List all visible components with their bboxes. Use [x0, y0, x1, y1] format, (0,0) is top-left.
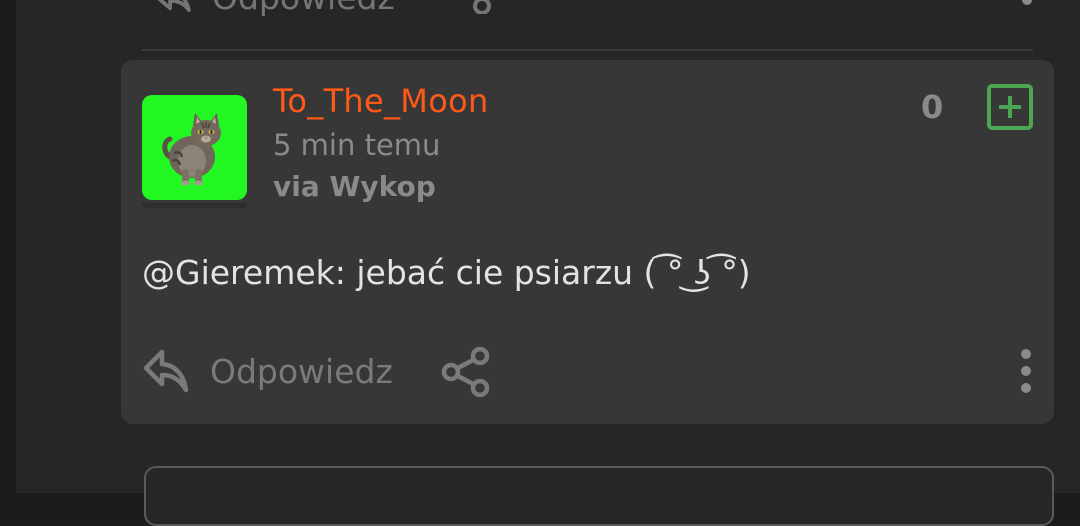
via-source: via Wykop	[273, 170, 436, 203]
share-icon[interactable]	[464, 0, 494, 14]
reply-label[interactable]: Odpowiedz	[212, 0, 395, 17]
avatar-shadow	[142, 203, 247, 208]
reply-icon[interactable]	[142, 348, 190, 394]
reply-icon[interactable]	[152, 0, 192, 12]
reply-label[interactable]: Odpowiedz	[210, 352, 393, 391]
comment-text: @Gieremek: jebać cie psiarzu ( ͡° ͜ʖ ͡°)	[142, 253, 751, 292]
timestamp[interactable]: 5 min temu	[273, 128, 440, 162]
vote-count: 0	[921, 88, 944, 126]
comment-card: To_The_Moon 5 min temu via Wykop 0 @Gier…	[121, 60, 1054, 424]
upvote-plus-icon[interactable]	[987, 84, 1033, 130]
cat-avatar-image	[162, 113, 221, 186]
comment-actions: Odpowiedz	[142, 346, 1034, 402]
user-mention[interactable]: @Gieremek	[142, 253, 335, 292]
comment-divider	[142, 49, 1033, 51]
more-options-icon[interactable]	[1018, 348, 1034, 394]
more-options-icon[interactable]	[1020, 0, 1034, 8]
comment-body: : jebać cie psiarzu ( ͡° ͜ʖ ͡°)	[334, 253, 751, 292]
next-comment-card	[144, 466, 1054, 526]
avatar[interactable]	[142, 95, 247, 200]
share-icon[interactable]	[440, 346, 494, 398]
username[interactable]: To_The_Moon	[273, 82, 489, 120]
